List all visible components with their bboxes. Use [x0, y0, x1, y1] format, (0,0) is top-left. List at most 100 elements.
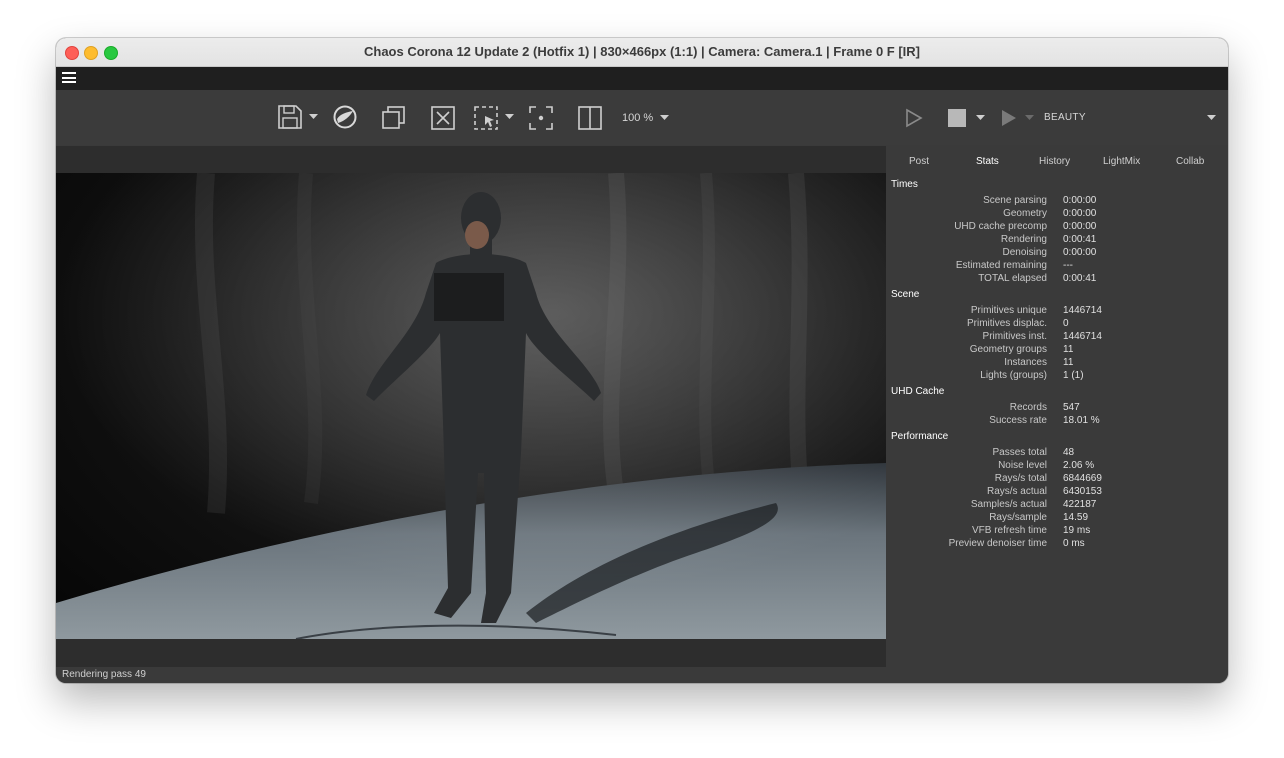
focus-center-button[interactable]	[528, 105, 554, 131]
corona-logo-button[interactable]	[333, 105, 357, 129]
stat-value: ---	[1063, 260, 1073, 271]
chevron-down-icon	[1025, 115, 1034, 120]
stat-label: Geometry groups	[969, 344, 1047, 355]
stat-label: Primitives unique	[970, 305, 1047, 316]
stat-row: Primitives inst. 1446714	[886, 331, 1228, 344]
stat-label: TOTAL elapsed	[978, 273, 1047, 284]
section-performance-heading: Performance	[891, 431, 949, 442]
stat-value: 0:00:00	[1063, 208, 1097, 219]
stat-label: Primitives inst.	[982, 331, 1047, 342]
stop-render-button[interactable]	[948, 109, 966, 127]
chevron-down-icon	[505, 114, 514, 119]
menu-bar	[56, 67, 1228, 90]
side-panel: Post Stats History LightMix Collab Times…	[886, 146, 1228, 683]
stop-dropdown-button[interactable]	[976, 115, 985, 121]
stat-row: Rays/s total 6844669	[886, 473, 1228, 486]
stat-row: Denoising 0:00:00	[886, 247, 1228, 260]
copy-to-clipboard-button[interactable]	[381, 105, 407, 131]
region-render-button[interactable]	[473, 105, 499, 131]
focus-icon	[529, 106, 553, 130]
corona-vfb-window: Chaos Corona 12 Update 2 (Hotfix 1) | 83…	[56, 38, 1228, 683]
status-bar: Rendering pass 49	[56, 667, 886, 683]
render-element-select[interactable]: BEAUTY	[1044, 112, 1086, 123]
stat-label: Rays/s actual	[986, 486, 1047, 497]
start-interactive-render-button[interactable]	[904, 108, 924, 128]
clear-icon	[431, 106, 455, 130]
stat-row: Scene parsing 0:00:00	[886, 195, 1228, 208]
stat-row: Rays/s actual 6430153	[886, 486, 1228, 499]
stat-value: 0:00:41	[1063, 273, 1097, 284]
stat-label: Lights (groups)	[980, 370, 1047, 381]
image-viewport[interactable]	[56, 146, 886, 667]
stat-value: 0:00:00	[1063, 195, 1097, 206]
stat-row: Noise level 2.06 %	[886, 460, 1228, 473]
stat-value: 14.59	[1063, 512, 1089, 523]
stat-label: VFB refresh time	[971, 525, 1047, 536]
render-dropdown-button[interactable]	[1025, 115, 1034, 121]
region-select-icon	[474, 106, 498, 130]
title-bar[interactable]: Chaos Corona 12 Update 2 (Hotfix 1) | 83…	[56, 38, 1228, 67]
panel-tabs: Post Stats History LightMix Collab	[886, 146, 1228, 176]
stat-row: Preview denoiser time 0 ms	[886, 538, 1228, 551]
stat-label: Scene parsing	[983, 195, 1047, 206]
zoom-dropdown-button[interactable]	[660, 115, 669, 121]
stat-label: Primitives displac.	[966, 318, 1047, 329]
tab-lightmix[interactable]: LightMix	[1103, 156, 1140, 167]
stat-value: 2.06 %	[1063, 460, 1095, 471]
stat-value: 0:00:00	[1063, 247, 1097, 258]
render-button[interactable]	[999, 108, 1019, 128]
stat-row: Lights (groups) 1 (1)	[886, 370, 1228, 383]
chevron-down-icon	[309, 114, 318, 119]
save-dropdown-button[interactable]	[309, 114, 318, 120]
tab-collab[interactable]: Collab	[1176, 156, 1204, 167]
stat-value: 1446714	[1063, 305, 1102, 316]
save-button[interactable]	[277, 104, 303, 130]
stat-value: 6430153	[1063, 486, 1102, 497]
stat-value: 6844669	[1063, 473, 1102, 484]
play-icon	[1002, 110, 1016, 126]
copy-icon	[382, 106, 405, 129]
toolbar: 100 % BEAUTY	[56, 90, 1228, 145]
stat-row: Samples/s actual 422187	[886, 499, 1228, 512]
stat-value: 11	[1063, 357, 1074, 368]
stat-value: 18.01 %	[1063, 415, 1100, 426]
stat-label: Denoising	[1002, 247, 1047, 258]
tab-post[interactable]: Post	[909, 156, 929, 167]
chevron-down-icon	[1207, 115, 1216, 120]
stat-row: Records 547	[886, 402, 1228, 415]
stat-label: Samples/s actual	[970, 499, 1047, 510]
stat-row: Primitives unique 1446714	[886, 305, 1228, 318]
hamburger-menu-icon[interactable]	[62, 72, 76, 83]
stat-row: VFB refresh time 19 ms	[886, 525, 1228, 538]
stat-label: UHD cache precomp	[954, 221, 1047, 232]
zoom-level[interactable]: 100 %	[622, 112, 653, 124]
stat-label: Passes total	[992, 447, 1047, 458]
save-icon	[278, 105, 302, 129]
chevron-down-icon	[660, 115, 669, 120]
stat-row: Instances 11	[886, 357, 1228, 370]
stat-label: Noise level	[998, 460, 1047, 471]
stat-row: Primitives displac. 0	[886, 318, 1228, 331]
clear-vfb-button[interactable]	[430, 105, 456, 131]
stat-value: 0 ms	[1063, 538, 1085, 549]
stat-value: 422187	[1063, 499, 1097, 510]
rendered-image[interactable]	[56, 173, 886, 639]
stat-label: Preview denoiser time	[948, 538, 1047, 549]
stat-row: UHD cache precomp 0:00:00	[886, 221, 1228, 234]
stat-row: Rendering 0:00:41	[886, 234, 1228, 247]
compare-split-button[interactable]	[577, 105, 603, 131]
tab-history[interactable]: History	[1039, 156, 1070, 167]
stat-row: Geometry 0:00:00	[886, 208, 1228, 221]
stat-value: 547	[1063, 402, 1080, 413]
stat-label: Success rate	[989, 415, 1047, 426]
status-text: Rendering pass 49	[62, 669, 146, 680]
play-outline-icon	[906, 108, 923, 128]
render-element-dropdown-button[interactable]	[1207, 115, 1216, 121]
window-title: Chaos Corona 12 Update 2 (Hotfix 1) | 83…	[363, 44, 920, 59]
region-dropdown-button[interactable]	[505, 114, 514, 120]
stat-row: Estimated remaining ---	[886, 260, 1228, 273]
section-uhd-cache-heading: UHD Cache	[891, 386, 945, 397]
tab-stats[interactable]: Stats	[976, 156, 999, 167]
stat-row: Success rate 18.01 %	[886, 415, 1228, 428]
chevron-down-icon	[976, 115, 985, 120]
